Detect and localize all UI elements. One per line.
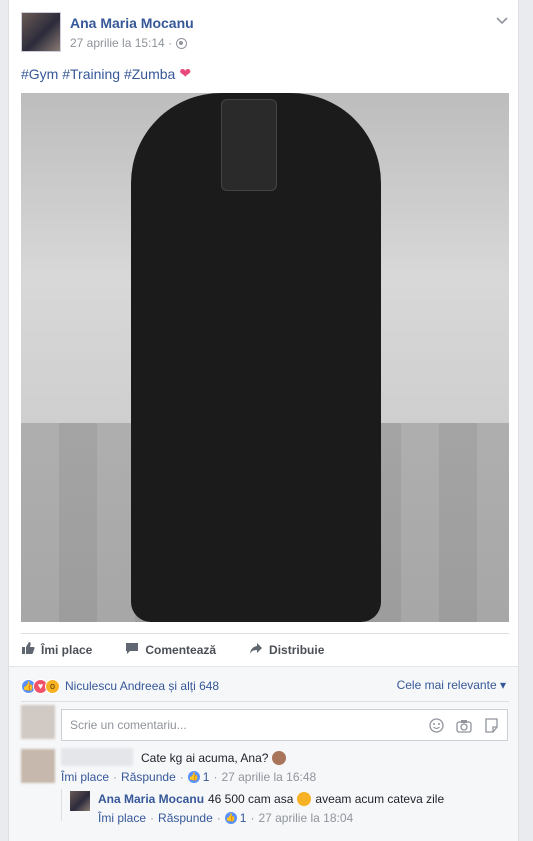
comment-meta: Îmi place · Răspunde · 👍 1 · 27 aprilie …: [61, 770, 317, 784]
comments-section: 👍 ♥ o Niculescu Andreea și alți 648 Cele…: [9, 666, 518, 841]
smiley-emoji-icon: [297, 792, 312, 806]
reply-like-link[interactable]: Îmi place: [98, 811, 146, 825]
wow-reaction-icon: o: [45, 678, 60, 694]
monkey-emoji-icon: [272, 751, 287, 765]
post-header: Ana Maria Mocanu 27 aprilie la 15:14 ·: [21, 12, 509, 54]
comment-input[interactable]: [70, 718, 410, 732]
sort-label: Cele mai relevante: [396, 678, 497, 692]
comment-button[interactable]: Comentează: [125, 641, 216, 658]
reply-meta: Îmi place · Răspunde · 👍 1 · 27 aprilie …: [98, 811, 354, 825]
author-name[interactable]: Ana Maria Mocanu: [70, 15, 194, 31]
like-label: Îmi place: [41, 642, 93, 657]
caret-down-icon: ▾: [499, 678, 506, 692]
reply-text-before: 46 500 cam asa: [208, 792, 294, 806]
post-timestamp[interactable]: 27 aprilie la 15:14 ·: [70, 36, 172, 50]
reply-like-count[interactable]: 👍 1: [224, 811, 246, 825]
mini-like-icon: 👍: [224, 812, 237, 824]
input-icons: [429, 718, 499, 736]
reaction-names[interactable]: Niculescu Andreea și alți 648: [65, 679, 219, 693]
like-button[interactable]: Îmi place: [21, 641, 92, 658]
thumbs-up-icon: [21, 641, 35, 658]
emoji-icon[interactable]: [429, 718, 444, 736]
share-arrow-icon: [249, 641, 263, 658]
comment-icon: [125, 641, 139, 658]
reply-text-after: aveam acum cateva zile: [315, 792, 445, 806]
current-user-avatar: [21, 705, 55, 739]
photo-phone: [221, 99, 277, 191]
comment-label: Comentează: [145, 642, 217, 657]
commenter-name-blurred[interactable]: [61, 748, 133, 766]
camera-icon[interactable]: [456, 718, 472, 736]
comment-date[interactable]: 27 aprilie la 16:48: [221, 770, 316, 784]
comments-divider: [21, 701, 509, 702]
reply-body: 46 500 cam asa aveam acum cateva zile: [208, 792, 444, 806]
post-meta: 27 aprilie la 15:14 ·: [70, 36, 188, 50]
comment-text: Cate kg ai acuma, Ana?: [141, 751, 269, 765]
chevron-down-icon[interactable]: [495, 14, 509, 28]
share-button[interactable]: Distribuie: [249, 641, 324, 658]
reply-author-name[interactable]: Ana Maria Mocanu: [98, 792, 204, 806]
post-card: Ana Maria Mocanu 27 aprilie la 15:14 · #…: [8, 0, 519, 841]
reply-date[interactable]: 27 aprilie la 18:04: [258, 811, 353, 825]
post-photo[interactable]: [21, 93, 509, 622]
post-text: #Gym #Training #Zumba ❤: [21, 65, 191, 82]
heart-emoji-icon: ❤: [179, 65, 192, 81]
globe-icon[interactable]: [176, 37, 188, 49]
comment-like-count[interactable]: 👍 1: [187, 770, 209, 784]
comment-like-link[interactable]: Îmi place: [61, 770, 109, 784]
author-avatar[interactable]: [21, 12, 61, 52]
comment-input-box[interactable]: [61, 709, 508, 741]
reply-author-avatar[interactable]: [70, 791, 90, 811]
post-actions: Îmi place Comentează Distribuie: [21, 633, 509, 665]
post-hashtags[interactable]: #Gym #Training #Zumba: [21, 66, 175, 82]
comment-body: Cate kg ai acuma, Ana?: [141, 751, 287, 765]
comment-reply-link[interactable]: Răspunde: [121, 770, 176, 784]
reply-reply-link[interactable]: Răspunde: [158, 811, 213, 825]
commenter-avatar[interactable]: [21, 749, 55, 783]
share-label: Distribuie: [269, 642, 325, 657]
sticker-icon[interactable]: [484, 718, 499, 736]
sort-dropdown[interactable]: Cele mai relevante ▾: [397, 678, 506, 692]
reply-thread-line: [61, 789, 62, 821]
mini-like-icon: 👍: [187, 771, 200, 783]
